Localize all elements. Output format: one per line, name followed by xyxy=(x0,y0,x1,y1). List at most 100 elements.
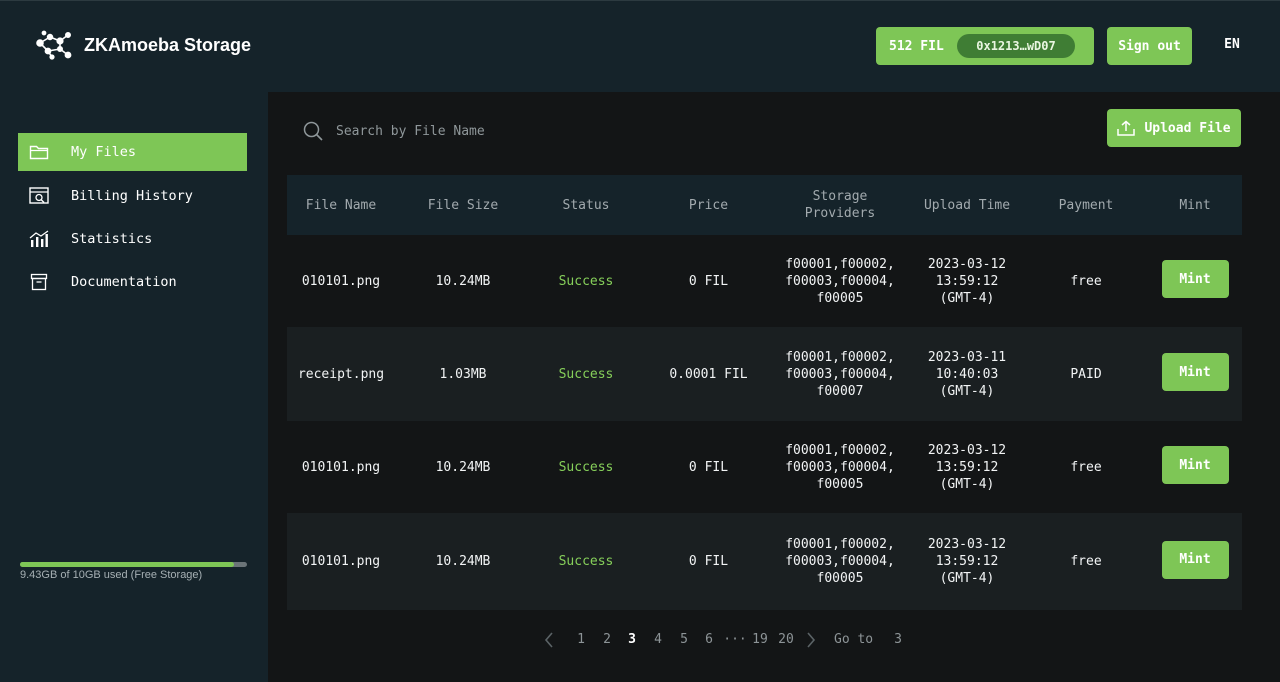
storage-providers-cell-line: f00005 xyxy=(816,476,864,492)
storage-providers-cell: f00001,f00002, f00003,f00004, f00005 xyxy=(775,513,905,610)
price-cell: 0 FIL xyxy=(688,273,729,289)
page-number[interactable]: 5 xyxy=(676,632,692,647)
upload-time-cell-line: 2023-03-11 xyxy=(927,349,1007,365)
archive-icon xyxy=(28,271,50,293)
file-size-cell: 10.24MB xyxy=(435,554,491,569)
storage-providers-cell-line: f00003,f00004, xyxy=(785,554,895,569)
payment-cell: free xyxy=(1070,273,1102,289)
upload-time-cell-line: (GMT-4) xyxy=(939,476,995,492)
sidebar-item-label: Statistics xyxy=(71,231,153,247)
column-header: Payment xyxy=(1058,197,1114,213)
mint-cell: Mint xyxy=(1148,513,1242,610)
price-cell: 0.0001 FIL xyxy=(669,366,748,382)
page-number[interactable]: 3 xyxy=(624,632,640,647)
page-number[interactable]: 1 xyxy=(573,632,589,647)
table-row: 010101.png 10.24MB Success 0 FIL f00001,f000… xyxy=(287,513,1242,610)
file-name-cell: 010101.png xyxy=(301,459,381,475)
payment-cell: free xyxy=(1070,554,1102,569)
sidebar-item-label: Billing History xyxy=(71,188,193,204)
upload-time-cell-line: 13:59:12 xyxy=(935,273,999,289)
storage-providers-cell-line: f00003,f00004, xyxy=(785,273,895,289)
sidebar-item-billing-history[interactable]: Billing History xyxy=(18,177,247,215)
page-number[interactable]: 20 xyxy=(778,632,794,647)
storage-providers-cell-line: f00001,f00002, xyxy=(785,256,895,272)
column-header: File Name xyxy=(305,197,377,213)
table-row: receipt.png 1.03MB Success 0.0001 FIL f00001… xyxy=(287,327,1242,421)
status-cell: Success xyxy=(558,366,614,382)
status-cell: Success xyxy=(558,554,614,569)
table-row: 010101.png 10.24MB Success 0 FIL f00001,f000… xyxy=(287,421,1242,513)
file-size-cell: 10.24MB xyxy=(435,459,491,475)
storage-providers-cell-line: f00001,f00002, xyxy=(785,349,895,365)
billing-icon xyxy=(28,185,50,207)
top-header: ZKAmoeba Storage 512 FIL 0x1213…wD07 Sig… xyxy=(0,0,1280,92)
mint-button[interactable]: Mint xyxy=(1161,446,1229,484)
sidebar-item-label: Documentation xyxy=(71,274,177,290)
column-header: File Size xyxy=(427,197,499,213)
upload-time-cell-line: 2023-03-12 xyxy=(927,537,1007,552)
next-page-icon[interactable] xyxy=(803,632,819,652)
wallet-balance: 512 FIL xyxy=(889,38,944,54)
folder-icon xyxy=(28,141,50,163)
prev-page-icon[interactable] xyxy=(541,632,557,652)
language-switch[interactable]: EN xyxy=(1218,37,1246,52)
wallet-badge[interactable]: 512 FIL 0x1213…wD07 xyxy=(876,27,1094,65)
sidebar-item-statistics[interactable]: Statistics xyxy=(18,220,247,258)
column-header: Storage Providers xyxy=(804,189,876,221)
upload-time-cell: 2023-03-11 10:40:03 (GMT-4) xyxy=(905,327,1029,421)
pagination-ellipsis[interactable]: ··· xyxy=(722,632,748,647)
search-icon xyxy=(303,121,323,141)
upload-time-cell: 2023-03-12 13:59:12 (GMT-4) xyxy=(905,235,1029,327)
sidebar-item-label: My Files xyxy=(71,144,137,160)
status-cell: Success xyxy=(558,459,614,475)
storage-providers-cell: f00001,f00002, f00003,f00004, f00005 xyxy=(775,235,905,327)
storage-usage-bar xyxy=(20,562,247,567)
upload-time-cell-line: 13:59:12 xyxy=(935,459,999,475)
app-title: ZKAmoeba Storage xyxy=(84,34,252,55)
table-row: 010101.png 10.24MB Success 0 FIL f00001,f000… xyxy=(287,235,1242,327)
app-logo[interactable]: ZKAmoeba Storage xyxy=(34,29,251,61)
upload-time-cell-line: (GMT-4) xyxy=(939,571,995,586)
file-size-cell: 10.24MB xyxy=(435,273,491,289)
page-number[interactable]: 2 xyxy=(599,632,615,647)
table-header: File Name File Size Status Price Storage Pro… xyxy=(287,175,1242,235)
mint-button[interactable]: Mint xyxy=(1161,260,1229,298)
wallet-address[interactable]: 0x1213…wD07 xyxy=(957,34,1075,58)
payment-cell: PAID xyxy=(1070,366,1102,382)
storage-providers-cell: f00001,f00002, f00003,f00004, f00007 xyxy=(775,327,905,421)
storage-usage-text: 9.43GB of 10GB used (Free Storage) xyxy=(20,569,203,581)
upload-time-cell-line: 10:40:03 xyxy=(935,366,999,382)
storage-providers-cell-line: f00001,f00002, xyxy=(785,442,895,458)
price-cell: 0 FIL xyxy=(688,459,729,475)
file-size-cell: 1.03MB xyxy=(439,366,487,382)
sidebar-item-documentation[interactable]: Documentation xyxy=(18,263,247,301)
file-name-cell: receipt.png xyxy=(297,366,385,382)
upload-time-cell-line: 2023-03-12 xyxy=(927,442,1007,458)
sign-out-button[interactable]: Sign out xyxy=(1107,27,1192,65)
mint-cell: Mint xyxy=(1148,235,1242,327)
upload-file-label: Upload File xyxy=(1144,120,1231,136)
upload-file-button[interactable]: Upload File xyxy=(1107,109,1241,147)
page-number[interactable]: 6 xyxy=(701,632,717,647)
storage-providers-cell-line: f00003,f00004, xyxy=(785,459,895,475)
storage-providers-cell-line: f00007 xyxy=(816,383,864,399)
storage-providers-cell: f00001,f00002, f00003,f00004, f00005 xyxy=(775,421,905,513)
page-number[interactable]: 4 xyxy=(650,632,666,647)
storage-usage-fill xyxy=(20,562,235,567)
column-header: Price xyxy=(688,197,729,213)
price-cell: 0 FIL xyxy=(688,554,729,569)
sidebar: My Files Billing History Statistics Docu… xyxy=(0,92,268,682)
goto-label: Go to xyxy=(834,632,874,647)
goto-page-input[interactable]: 3 xyxy=(890,632,906,647)
storage-providers-cell-line: f00005 xyxy=(816,571,864,586)
search-bar xyxy=(303,121,636,141)
upload-time-cell-line: 13:59:12 xyxy=(935,554,999,569)
payment-cell: free xyxy=(1070,459,1102,475)
mint-button[interactable]: Mint xyxy=(1161,353,1229,391)
search-input[interactable] xyxy=(336,123,636,139)
mint-button[interactable]: Mint xyxy=(1161,540,1229,579)
file-name-cell: 010101.png xyxy=(301,273,381,289)
column-header: Mint xyxy=(1179,197,1211,213)
sidebar-item-my-files[interactable]: My Files xyxy=(18,133,247,171)
page-number[interactable]: 19 xyxy=(752,632,768,647)
